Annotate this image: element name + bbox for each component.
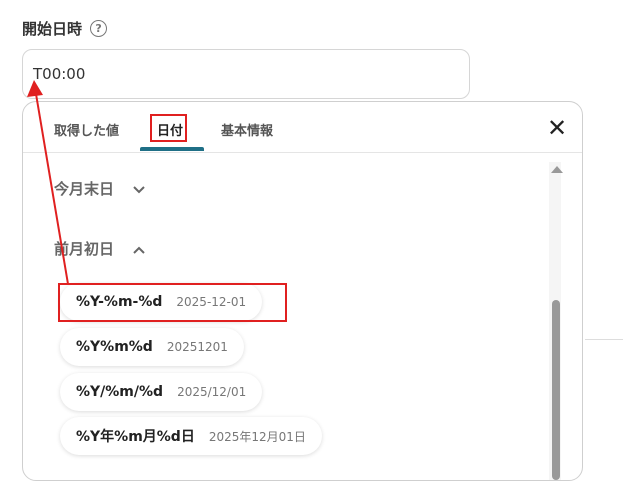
start-datetime-input[interactable]: T00:00 — [22, 49, 470, 99]
field-label-text: 開始日時 — [22, 20, 83, 38]
format-chip-ymd-slash[interactable]: %Y/%m/%d 2025/12/01 — [60, 373, 263, 411]
tab-basic-info[interactable]: 基本情報 — [221, 120, 273, 139]
chevron-down-icon — [133, 183, 145, 197]
scrollbar[interactable] — [549, 162, 563, 480]
section-label: 今月末日 — [54, 180, 115, 198]
highlight-box-format-chip — [58, 283, 287, 322]
section-label: 前月初日 — [54, 240, 115, 258]
tab-bar: 取得した値 日付 基本情報 ✕ — [23, 102, 582, 153]
format-chip-ymd-kanji[interactable]: %Y年%m月%d日 2025年12月01日 — [60, 417, 322, 455]
close-icon[interactable]: ✕ — [547, 116, 567, 140]
format-example: 2025/12/01 — [177, 385, 247, 399]
format-example: 2025年12月01日 — [208, 429, 306, 444]
highlight-box-date-tab — [150, 114, 187, 142]
format-pattern: %Y/%m/%d — [76, 384, 164, 400]
active-tab-indicator — [140, 147, 204, 151]
background-divider — [585, 339, 623, 340]
scroll-up-arrow-icon[interactable] — [551, 166, 563, 173]
section-first-of-prev-month[interactable]: 前月初日 — [54, 238, 145, 259]
format-pattern: %Y%m%d — [76, 339, 153, 355]
format-chip-ymd-compact[interactable]: %Y%m%d 20251201 — [60, 328, 244, 366]
format-example: 20251201 — [166, 340, 228, 354]
start-datetime-label: 開始日時 ? — [22, 18, 108, 39]
help-icon[interactable]: ? — [90, 20, 108, 37]
format-pattern: %Y年%m月%d日 — [76, 429, 195, 445]
section-end-of-this-month[interactable]: 今月末日 — [54, 178, 145, 199]
scrollbar-thumb[interactable] — [552, 300, 560, 480]
tab-acquired-values[interactable]: 取得した値 — [54, 120, 119, 139]
chevron-up-icon — [133, 243, 145, 257]
